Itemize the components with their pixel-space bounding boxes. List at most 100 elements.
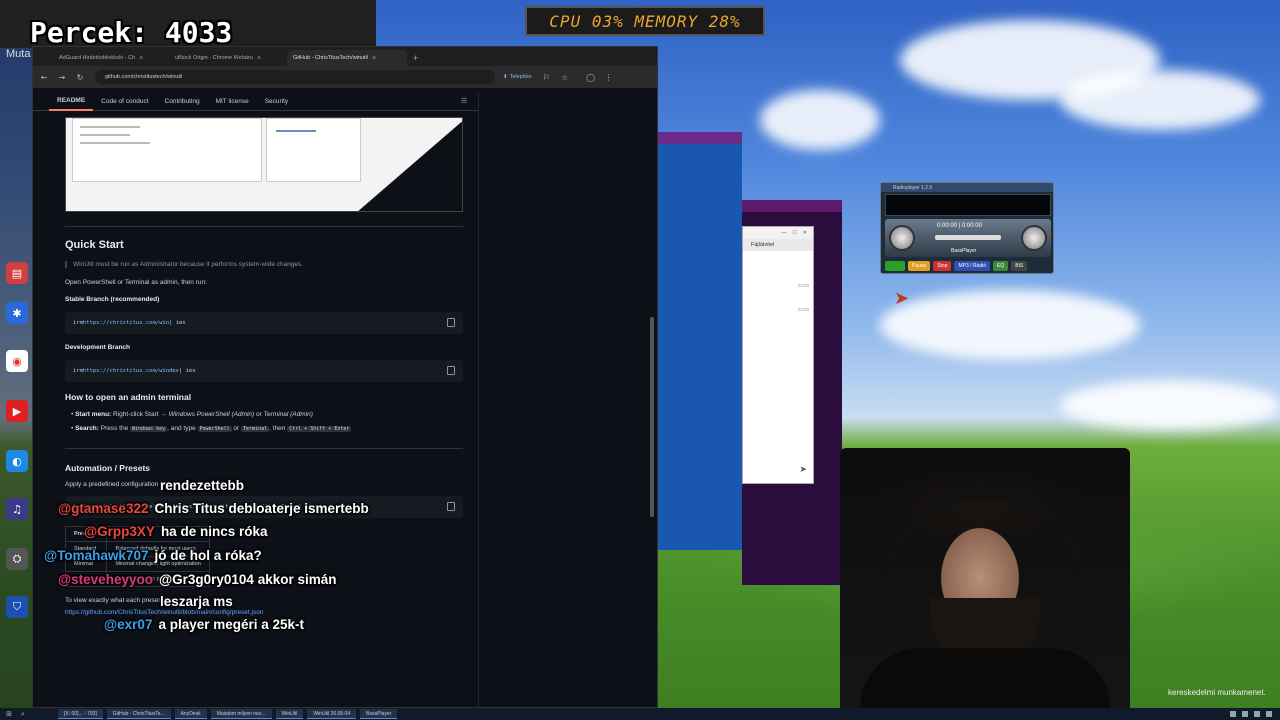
stop-button[interactable]: Stop bbox=[933, 261, 952, 271]
chat-username: @gtamase322 bbox=[58, 501, 149, 516]
volume-knob[interactable] bbox=[889, 225, 915, 251]
outline-icon[interactable]: ☰ bbox=[461, 97, 467, 105]
player-display bbox=[885, 194, 1051, 216]
copy-icon[interactable] bbox=[447, 502, 455, 511]
list-item: • Start menu: Right-click Start → Window… bbox=[71, 411, 313, 418]
taskbar-item[interactable]: WinUtil 26.08.04 bbox=[307, 709, 357, 719]
preset-link[interactable]: https://github.com/ChrisTitusTech/winuti… bbox=[65, 609, 463, 616]
taskbar-item[interactable]: WinUtil bbox=[275, 709, 304, 719]
mp3-radio-button[interactable]: MP3 / Rádió bbox=[954, 261, 990, 271]
browser-window: AdGuard Hirdetésblokkoló - Ch × uBlock Or… bbox=[32, 46, 658, 708]
cpu-memory-overlay: CPU 03% MEMORY 28% bbox=[525, 6, 765, 36]
chat-username: @Tomahawk707 bbox=[44, 548, 149, 563]
dev-branch-heading: Development Branch bbox=[65, 344, 131, 351]
kbd: Ctrl + Shift + Enter bbox=[287, 426, 352, 432]
close-icon[interactable]: × bbox=[257, 55, 261, 62]
browser-tab[interactable]: AdGuard Hirdetésblokkoló - Ch × bbox=[53, 50, 169, 66]
readme-content: Quick Start WinUtil must be run as Admin… bbox=[64, 117, 463, 616]
taskbar-item[interactable]: GitHub - ChrisTitusTe... bbox=[106, 709, 171, 719]
menu-icon[interactable]: ⋮ bbox=[602, 70, 616, 84]
tab-contributing[interactable]: Contributing bbox=[157, 93, 208, 111]
file-transfer-dialog: — ☐ ✕ Fájlátvitel 22:20 22:20 ➤ bbox=[742, 226, 814, 484]
mouse-cursor-icon: ➤ bbox=[894, 288, 910, 309]
maximize-icon[interactable]: ☐ bbox=[792, 230, 796, 236]
close-icon[interactable]: × bbox=[372, 55, 376, 62]
chat-text: jó de hol a róka? bbox=[154, 548, 262, 563]
code-text: irm bbox=[73, 320, 83, 326]
cloud bbox=[1060, 380, 1280, 430]
play-button[interactable] bbox=[885, 261, 905, 271]
automation-text: Apply a predefined configuration without… bbox=[65, 481, 234, 488]
tab-readme[interactable]: README bbox=[49, 93, 94, 111]
minimize-icon[interactable]: — bbox=[781, 230, 786, 236]
scrollbar[interactable] bbox=[650, 317, 654, 517]
install-label: Telepítés bbox=[509, 74, 532, 80]
bis-button[interactable]: BIS bbox=[1011, 261, 1028, 271]
volume-slider[interactable] bbox=[935, 235, 1001, 240]
shield-icon[interactable]: ⛉ bbox=[6, 596, 28, 618]
admin-note: WinUtil must be run as Administrator bec… bbox=[65, 261, 463, 268]
tray-icon[interactable] bbox=[1266, 711, 1272, 717]
copy-icon[interactable] bbox=[447, 366, 455, 375]
webcam-feed bbox=[840, 448, 1130, 710]
youtube-icon[interactable]: ▶ bbox=[6, 400, 28, 422]
taskbar: ⊞ ⌕ [X: 00]... - 793] GitHub - ChrisTitu… bbox=[0, 708, 1280, 720]
edge-icon[interactable]: ◐ bbox=[6, 450, 28, 472]
chat-text: Chris Titus debloaterje ismertebb bbox=[154, 501, 369, 516]
quick-start-heading: Quick Start bbox=[65, 239, 124, 251]
tab-security[interactable]: Security bbox=[257, 93, 296, 111]
cloud bbox=[760, 90, 880, 150]
list-text: , then bbox=[269, 425, 288, 432]
network-icon[interactable]: ⛭ bbox=[6, 548, 28, 570]
translate-icon[interactable]: ⚐ bbox=[540, 70, 554, 84]
forward-icon[interactable]: → bbox=[55, 70, 69, 84]
tab-label: uBlock Origin - Chrome Webáru bbox=[175, 55, 253, 61]
list-text: Press the bbox=[98, 425, 131, 432]
automation-heading: Automation / Presets bbox=[65, 463, 151, 473]
send-icon[interactable]: ➤ bbox=[799, 465, 807, 475]
star-icon[interactable]: ☆ bbox=[558, 70, 572, 84]
browser-tab[interactable]: uBlock Origin - Chrome Webáru × bbox=[169, 50, 287, 66]
chat-text: rendezettebb bbox=[160, 478, 245, 493]
url-field[interactable]: github.com/christitustech/winutil bbox=[95, 70, 495, 84]
eq-button[interactable]: EQ bbox=[993, 261, 1009, 271]
reload-icon[interactable]: ↻ bbox=[73, 70, 87, 84]
snowflake-icon[interactable]: ✱ bbox=[6, 302, 28, 324]
tab-license[interactable]: MIT license bbox=[208, 93, 257, 111]
browser-tab-active[interactable]: GitHub - ChrisTitusTech/winutil × bbox=[287, 50, 407, 66]
chat-message: leszarja ms bbox=[160, 594, 233, 609]
music-icon[interactable]: ♫ bbox=[6, 498, 28, 520]
close-icon[interactable]: ✕ bbox=[803, 230, 807, 236]
tray-icon[interactable] bbox=[1254, 711, 1260, 717]
tab-code-of-conduct[interactable]: Code of conduct bbox=[93, 93, 156, 111]
app-icon[interactable]: ▤ bbox=[6, 262, 28, 284]
list-label: Start menu: bbox=[75, 411, 112, 418]
taskbar-item[interactable]: BassPlayer bbox=[360, 709, 398, 719]
list-text: Right-click Start → bbox=[111, 411, 169, 418]
taskbar-item[interactable]: AnyDesk bbox=[174, 709, 207, 719]
install-button[interactable]: ⬇ Telepítés bbox=[503, 74, 532, 80]
cloud bbox=[880, 290, 1140, 360]
new-tab-button[interactable]: + bbox=[407, 50, 424, 66]
taskbar-item[interactable]: Mutatom milyen nez... bbox=[210, 709, 272, 719]
timestamp: 22:20 bbox=[797, 307, 809, 312]
tray-icon[interactable] bbox=[1230, 711, 1236, 717]
tab-label: GitHub - ChrisTitusTech/winutil bbox=[293, 55, 368, 61]
tray-icon[interactable] bbox=[1242, 711, 1248, 717]
pause-button[interactable]: Pause bbox=[908, 261, 931, 271]
chrome-icon[interactable]: ◉ bbox=[6, 350, 28, 372]
chat-message: @exr07 a player megéri a 25k-t bbox=[104, 617, 304, 632]
search-icon[interactable]: ⌕ bbox=[18, 709, 28, 719]
player-controls-panel: 0:00:00 | 0:00:00 BassPlayer bbox=[885, 219, 1051, 257]
close-icon[interactable]: × bbox=[139, 55, 143, 62]
start-icon[interactable]: ⊞ bbox=[4, 709, 14, 719]
profile-icon[interactable]: ◯ bbox=[584, 70, 598, 84]
winutil-screenshot bbox=[65, 117, 463, 212]
copy-icon[interactable] bbox=[447, 318, 455, 327]
taskbar-item[interactable]: [X: 00]... - 793] bbox=[58, 709, 103, 719]
admin-terminal-heading: How to open an admin terminal bbox=[65, 392, 192, 402]
repo-sidebar bbox=[478, 93, 658, 708]
code-text: | iex bbox=[178, 368, 196, 374]
balance-knob[interactable] bbox=[1021, 225, 1047, 251]
back-icon[interactable]: ← bbox=[37, 70, 51, 84]
